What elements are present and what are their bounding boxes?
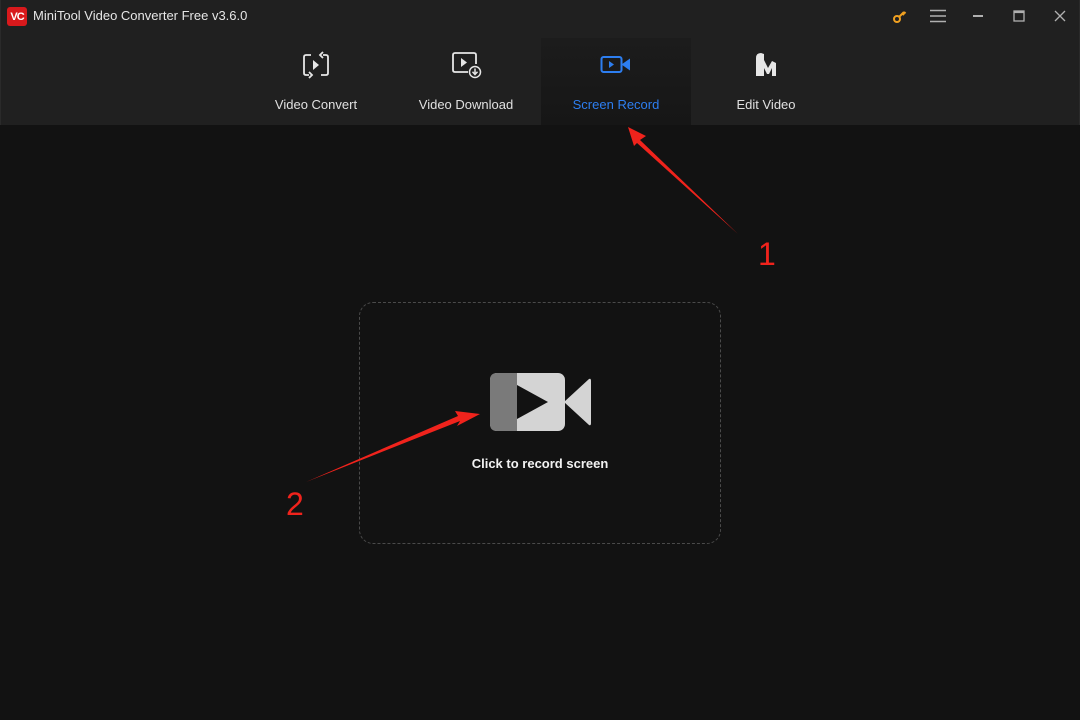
tab-video-convert[interactable]: Video Convert <box>241 38 391 125</box>
app-window: VC MiniTool Video Converter Free v3.6.0 <box>0 0 1080 720</box>
record-camera-icon[interactable] <box>490 373 591 431</box>
annotation-number-1: 1 <box>758 236 776 272</box>
minimize-button[interactable] <box>966 5 990 27</box>
tab-label: Video Convert <box>274 97 358 112</box>
maximize-button[interactable] <box>1007 5 1031 27</box>
record-screen-label: Click to record screen <box>471 456 609 471</box>
key-icon <box>893 11 907 23</box>
tab-edit-video[interactable]: Edit Video <box>691 38 841 125</box>
annotation-arrow-1 <box>628 127 738 234</box>
close-icon <box>1054 10 1066 22</box>
menu-icon <box>930 9 946 23</box>
menu-button[interactable] <box>926 5 950 27</box>
header: VC MiniTool Video Converter Free v3.6.0 <box>0 0 1080 125</box>
app-logo: VC <box>7 7 27 26</box>
title-bar: VC MiniTool Video Converter Free v3.6.0 <box>1 0 1080 32</box>
main-tabs: Video Convert Video Download Screen Reco… <box>241 38 841 125</box>
close-button[interactable] <box>1048 5 1072 27</box>
maximize-icon <box>1013 10 1025 22</box>
tab-label: Edit Video <box>736 97 796 112</box>
tab-label: Screen Record <box>572 97 660 112</box>
annotation-number-2: 2 <box>286 486 304 522</box>
minimize-icon <box>973 15 983 17</box>
download-icon <box>452 52 482 79</box>
camera-icon <box>600 56 630 73</box>
tab-label: Video Download <box>418 97 514 112</box>
edit-video-icon <box>756 53 776 76</box>
app-title: MiniTool Video Converter Free v3.6.0 <box>33 8 248 23</box>
tab-screen-record[interactable]: Screen Record <box>541 38 691 125</box>
record-screen-area[interactable]: Click to record screen <box>359 302 721 544</box>
convert-icon <box>303 51 329 79</box>
activate-button[interactable] <box>888 5 912 27</box>
tab-video-download[interactable]: Video Download <box>391 38 541 125</box>
